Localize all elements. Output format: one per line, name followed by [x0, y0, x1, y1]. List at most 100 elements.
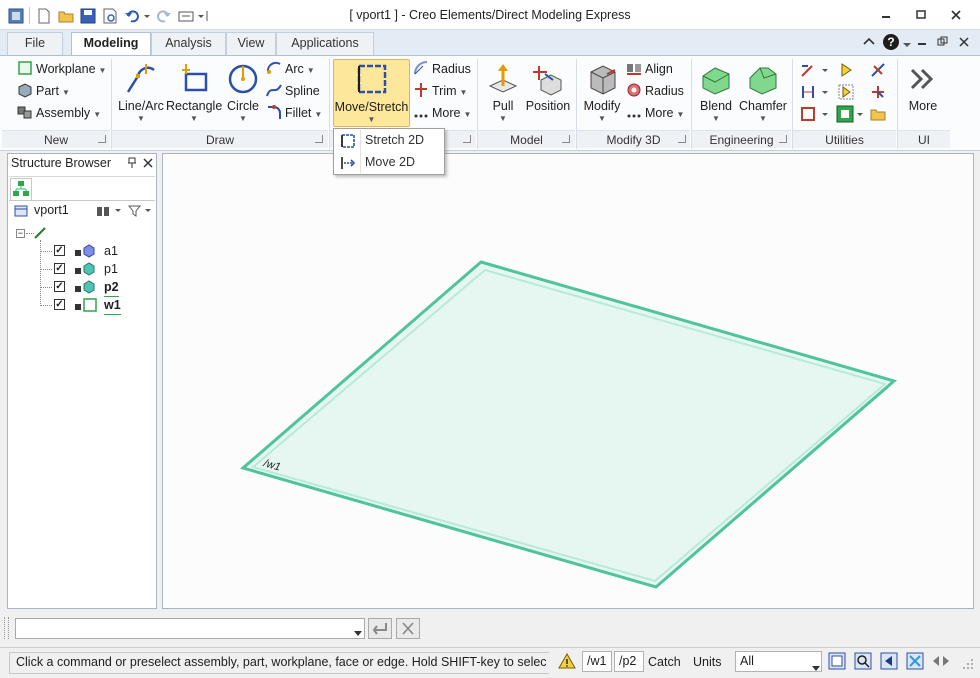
title-bar: [ vport1 ] - Creo Elements/Direct Modeli… [0, 0, 980, 30]
status-message: Click a command or preselect assembly, p… [16, 655, 546, 669]
tab-analysis[interactable]: Analysis [151, 32, 226, 55]
3d-viewport[interactable]: /w1 [162, 153, 974, 609]
minimize-button[interactable] [876, 8, 896, 22]
utility-settings-button[interactable] [870, 62, 886, 78]
tree-item-p2[interactable]: ✓ p2 [40, 278, 150, 297]
redraw-icon[interactable] [906, 652, 924, 670]
radius-3d-button[interactable]: Radius [626, 81, 684, 101]
engineering-group-launcher-icon[interactable] [779, 135, 787, 143]
tree-item-a1[interactable]: ✓ a1 [40, 242, 150, 260]
model-group-launcher-icon[interactable] [562, 135, 570, 143]
modify-button[interactable]: Modify ▼ [580, 59, 624, 125]
assembly-icon [17, 104, 33, 120]
select-tool-button[interactable] [838, 62, 854, 78]
close-panel-icon[interactable] [142, 157, 154, 169]
ribbon: Workplane ▼ Part ▼ Assembly ▼ New Line/Arc ▼… [0, 55, 980, 151]
arc-icon [266, 60, 282, 76]
tab-modeling[interactable]: Modeling [71, 32, 151, 55]
part-button[interactable]: Part ▼ [17, 81, 70, 101]
arc-button[interactable]: Arc ▼ [266, 59, 315, 79]
color-select-button[interactable] [836, 105, 866, 123]
help-dropdown-icon[interactable] [903, 38, 911, 47]
utility-axis-button[interactable] [870, 84, 886, 100]
spline-icon [266, 82, 282, 98]
move-stretch-button[interactable]: Move/Stretch ▼ [333, 59, 410, 127]
tree-item-w1[interactable]: ✓ w1 [40, 296, 150, 315]
assembly-button[interactable]: Assembly ▼ [17, 103, 101, 123]
viewport-layout-icon[interactable] [828, 652, 846, 670]
align-icon [626, 60, 642, 76]
document-window-controls[interactable] [916, 36, 976, 48]
tree-collapse-toggle[interactable]: − [16, 229, 25, 238]
visibility-checkbox[interactable]: ✓ [54, 299, 65, 310]
property-tool-button[interactable] [800, 106, 834, 122]
edit-more-button[interactable]: More ▼ [413, 103, 471, 123]
measure-tool-button[interactable] [800, 62, 834, 78]
root-workplane-icon [33, 226, 47, 240]
rectangle-button[interactable]: Rectangle ▼ [166, 59, 222, 125]
window-title: [ vport1 ] - Creo Elements/Direct Modeli… [349, 8, 631, 22]
new-group-launcher-icon[interactable] [98, 135, 106, 143]
radius-3d-icon [626, 82, 642, 98]
command-input[interactable] [15, 618, 365, 639]
warning-icon[interactable] [558, 652, 576, 669]
mirror-tool-button[interactable] [800, 84, 834, 100]
visibility-checkbox[interactable]: ✓ [54, 281, 65, 292]
chamfer-button[interactable]: Chamfer ▼ [738, 59, 788, 125]
circle-button[interactable]: Circle ▼ [224, 59, 262, 125]
units-button[interactable]: Units [693, 652, 721, 672]
ui-more-button[interactable]: More [903, 59, 943, 125]
pull-button[interactable]: Pull ▼ [483, 59, 523, 125]
viewport-canvas[interactable]: /w1 [163, 154, 975, 610]
radius-2d-button[interactable]: Radius [413, 59, 471, 79]
tab-file[interactable]: File [7, 32, 63, 55]
resize-grip-icon[interactable] [962, 658, 974, 670]
find-binoculars-icon[interactable] [96, 205, 124, 217]
menu-item-move-2d[interactable]: Move 2D [335, 152, 443, 173]
fillet-button[interactable]: Fillet ▼ [266, 103, 322, 123]
collapse-ribbon-icon[interactable] [862, 35, 876, 49]
align-button[interactable]: Align [626, 59, 673, 79]
draw-group-launcher-icon[interactable] [315, 135, 323, 143]
command-enter-button[interactable] [368, 618, 392, 639]
workplane-button[interactable]: Workplane ▼ [17, 59, 106, 79]
tab-applications[interactable]: Applications [276, 32, 374, 55]
modify-more-button[interactable]: More ▼ [626, 103, 684, 123]
group-label-utilities: Utilities [793, 130, 896, 148]
tree-view-tab[interactable] [10, 178, 32, 200]
arrows-icon[interactable] [932, 654, 950, 668]
blend-button[interactable]: Blend ▼ [696, 59, 736, 125]
trim-button[interactable]: Trim ▼ [413, 81, 467, 101]
select-region-button[interactable] [838, 84, 854, 100]
filter-dropdown-icon[interactable] [812, 659, 820, 671]
visibility-checkbox[interactable]: ✓ [54, 245, 65, 256]
selection-filter-select[interactable]: All [735, 651, 822, 672]
tree-item-p1[interactable]: ✓ p1 [40, 260, 150, 278]
modify3d-group-launcher-icon[interactable] [678, 135, 686, 143]
current-workplane-field[interactable]: /w1 [582, 651, 612, 672]
catch-button[interactable]: Catch [648, 652, 681, 672]
command-cancel-button[interactable] [396, 618, 420, 639]
previous-view-icon[interactable] [880, 652, 898, 670]
spline-button[interactable]: Spline [266, 81, 320, 101]
help-icon[interactable]: ? [882, 33, 900, 51]
close-button[interactable] [946, 8, 966, 22]
utility-folder-button[interactable] [870, 106, 886, 122]
filter-funnel-icon[interactable] [127, 205, 154, 217]
position-button[interactable]: Position [523, 59, 573, 125]
vport-selector-label[interactable]: vport1 [34, 203, 69, 217]
menu-item-stretch-2d[interactable]: Stretch 2D [335, 130, 443, 151]
tab-view[interactable]: View [226, 32, 276, 55]
pin-icon[interactable] [126, 157, 138, 169]
line-arc-button[interactable]: Line/Arc ▼ [116, 59, 166, 125]
vport-icon [14, 204, 28, 218]
zoom-fit-icon[interactable] [854, 652, 872, 670]
current-part-field[interactable]: /p2 [614, 651, 644, 672]
more-dots-icon [626, 104, 642, 120]
edit-group-launcher-icon[interactable] [463, 135, 471, 143]
restore-button[interactable] [911, 8, 931, 22]
command-dropdown-icon[interactable] [354, 626, 362, 636]
group-label-ui: UI [898, 130, 950, 148]
visibility-checkbox[interactable]: ✓ [54, 263, 65, 274]
chamfer-icon [746, 62, 780, 96]
